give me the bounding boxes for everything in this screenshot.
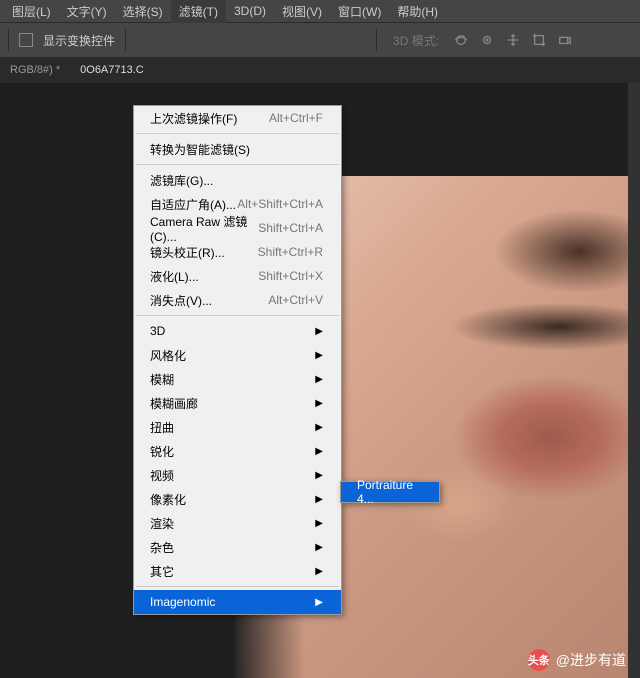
menu-window[interactable]: 窗口(W): [330, 0, 389, 23]
menu-divider: [136, 133, 339, 134]
chevron-right-icon: ▶: [315, 470, 323, 481]
tab-doc2[interactable]: 0O6A7713.C: [70, 59, 154, 81]
orbit-icon[interactable]: [453, 32, 469, 48]
menu-divider: [136, 164, 339, 165]
separator: [376, 29, 377, 51]
chevron-right-icon: ▶: [315, 518, 323, 529]
menu-view[interactable]: 视图(V): [274, 0, 330, 23]
menu-item-filter-gallery[interactable]: 滤镜库(G)...: [134, 168, 341, 192]
menu-type[interactable]: 文字(Y): [59, 0, 115, 23]
menu-item-video[interactable]: 视频▶: [134, 463, 341, 487]
menu-item-distort[interactable]: 扭曲▶: [134, 415, 341, 439]
menu-item-noise[interactable]: 杂色▶: [134, 535, 341, 559]
menu-item-render[interactable]: 渲染▶: [134, 511, 341, 535]
menu-item-last-filter[interactable]: 上次滤镜操作(F)Alt+Ctrl+F: [134, 106, 341, 130]
chevron-right-icon: ▶: [315, 350, 323, 361]
toutiao-logo-icon: 头条: [528, 649, 550, 671]
tab-doc1[interactable]: RGB/8#) *: [0, 59, 70, 81]
separator: [125, 29, 126, 51]
menu-item-blur[interactable]: 模糊▶: [134, 367, 341, 391]
menu-item-stylize[interactable]: 风格化▶: [134, 343, 341, 367]
menu-item-imagenomic[interactable]: Imagenomic▶: [134, 590, 341, 614]
filter-menu: 上次滤镜操作(F)Alt+Ctrl+F 转换为智能滤镜(S) 滤镜库(G)...…: [133, 105, 342, 615]
menu-3d[interactable]: 3D(D): [226, 1, 274, 21]
chevron-right-icon: ▶: [315, 422, 323, 433]
menu-item-vanishing-point[interactable]: 消失点(V)...Alt+Ctrl+V: [134, 288, 341, 312]
menu-divider: [136, 586, 339, 587]
menu-select[interactable]: 选择(S): [115, 0, 171, 23]
show-transform-checkbox[interactable]: [19, 33, 33, 47]
menu-filter[interactable]: 滤镜(T): [171, 0, 226, 23]
chevron-right-icon: ▶: [315, 597, 323, 608]
move-icon[interactable]: [505, 32, 521, 48]
menu-item-sharpen[interactable]: 锐化▶: [134, 439, 341, 463]
menu-item-convert-smart[interactable]: 转换为智能滤镜(S): [134, 137, 341, 161]
show-transform-label: 显示变换控件: [43, 32, 115, 49]
chevron-right-icon: ▶: [315, 398, 323, 409]
3d-mode-label: 3D 模式:: [393, 32, 439, 49]
watermark-author: @进步有道: [556, 650, 626, 670]
options-bar: 显示变换控件 3D 模式:: [0, 22, 640, 57]
menu-item-lens-correction[interactable]: 镜头校正(R)...Shift+Ctrl+R: [134, 240, 341, 264]
separator: [8, 29, 9, 51]
right-panel-strip[interactable]: [628, 83, 640, 678]
menu-item-3d[interactable]: 3D▶: [134, 319, 341, 343]
menu-item-other[interactable]: 其它▶: [134, 559, 341, 583]
scale-icon[interactable]: [531, 32, 547, 48]
camera-icon[interactable]: [557, 32, 573, 48]
menu-help[interactable]: 帮助(H): [389, 0, 446, 23]
imagenomic-submenu: Portraiture 4...: [340, 481, 440, 503]
menubar: 图层(L) 文字(Y) 选择(S) 滤镜(T) 3D(D) 视图(V) 窗口(W…: [0, 0, 640, 22]
menu-divider: [136, 315, 339, 316]
menu-item-pixelate[interactable]: 像素化▶: [134, 487, 341, 511]
chevron-right-icon: ▶: [315, 494, 323, 505]
3d-mode-icons: [453, 32, 573, 48]
pan-icon[interactable]: [479, 32, 495, 48]
chevron-right-icon: ▶: [315, 566, 323, 577]
chevron-right-icon: ▶: [315, 374, 323, 385]
menu-item-blur-gallery[interactable]: 模糊画廊▶: [134, 391, 341, 415]
menu-item-liquify[interactable]: 液化(L)...Shift+Ctrl+X: [134, 264, 341, 288]
canvas-area: 上次滤镜操作(F)Alt+Ctrl+F 转换为智能滤镜(S) 滤镜库(G)...…: [0, 83, 640, 678]
menu-item-camera-raw[interactable]: Camera Raw 滤镜(C)...Shift+Ctrl+A: [134, 216, 341, 240]
chevron-right-icon: ▶: [315, 326, 323, 337]
chevron-right-icon: ▶: [315, 542, 323, 553]
document-tabs: RGB/8#) * 0O6A7713.C: [0, 57, 640, 83]
watermark: 头条 @进步有道: [528, 649, 626, 671]
menu-layer[interactable]: 图层(L): [4, 0, 59, 23]
chevron-right-icon: ▶: [315, 446, 323, 457]
submenu-item-portraiture[interactable]: Portraiture 4...: [341, 482, 439, 502]
